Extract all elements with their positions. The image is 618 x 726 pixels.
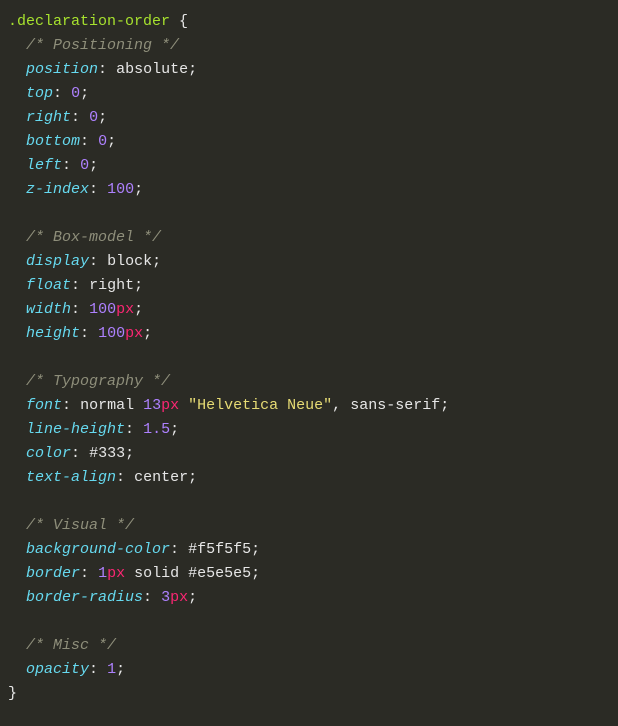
css-property: z-index bbox=[26, 181, 89, 198]
css-value: sans-serif bbox=[350, 397, 440, 414]
css-value: 100 bbox=[107, 181, 134, 198]
css-value: block bbox=[107, 253, 152, 270]
css-value: #333 bbox=[89, 445, 125, 462]
css-value: #f5f5f5 bbox=[188, 541, 251, 558]
css-value: px bbox=[107, 565, 125, 582]
semicolon: ; bbox=[134, 181, 143, 198]
colon: : bbox=[89, 661, 98, 678]
css-value: 3 bbox=[161, 589, 170, 606]
css-property: width bbox=[26, 301, 71, 318]
colon: : bbox=[71, 109, 80, 126]
semicolon: ; bbox=[188, 469, 197, 486]
colon: : bbox=[62, 397, 71, 414]
css-value: 1 bbox=[98, 565, 107, 582]
css-value: 100 bbox=[98, 325, 125, 342]
css-value: 1.5 bbox=[143, 421, 170, 438]
semicolon: ; bbox=[80, 85, 89, 102]
colon: : bbox=[98, 61, 107, 78]
semicolon: ; bbox=[143, 325, 152, 342]
css-comment: /* Visual */ bbox=[26, 517, 134, 534]
css-value: normal bbox=[80, 397, 134, 414]
css-value: , bbox=[332, 397, 341, 414]
semicolon: ; bbox=[440, 397, 449, 414]
semicolon: ; bbox=[107, 133, 116, 150]
css-value: "Helvetica Neue" bbox=[188, 397, 332, 414]
colon: : bbox=[71, 301, 80, 318]
css-property: left bbox=[26, 157, 62, 174]
open-brace: { bbox=[179, 13, 188, 30]
css-value: absolute bbox=[116, 61, 188, 78]
css-comment: /* Typography */ bbox=[26, 373, 170, 390]
css-value: 0 bbox=[98, 133, 107, 150]
css-comment: /* Positioning */ bbox=[26, 37, 179, 54]
colon: : bbox=[53, 85, 62, 102]
colon: : bbox=[80, 565, 89, 582]
colon: : bbox=[71, 277, 80, 294]
css-value: px bbox=[116, 301, 134, 318]
css-property: float bbox=[26, 277, 71, 294]
css-property: border-radius bbox=[26, 589, 143, 606]
css-property: top bbox=[26, 85, 53, 102]
css-property: background-color bbox=[26, 541, 170, 558]
css-value: #e5e5e5 bbox=[188, 565, 251, 582]
css-value: px bbox=[125, 325, 143, 342]
code-block: .declaration-order { /* Positioning */ p… bbox=[0, 0, 618, 716]
css-value: 100 bbox=[89, 301, 116, 318]
css-property: display bbox=[26, 253, 89, 270]
css-value: 0 bbox=[89, 109, 98, 126]
colon: : bbox=[89, 181, 98, 198]
css-value: right bbox=[89, 277, 134, 294]
css-value: 1 bbox=[107, 661, 116, 678]
semicolon: ; bbox=[152, 253, 161, 270]
colon: : bbox=[170, 541, 179, 558]
semicolon: ; bbox=[188, 61, 197, 78]
colon: : bbox=[80, 133, 89, 150]
semicolon: ; bbox=[116, 661, 125, 678]
css-value: px bbox=[170, 589, 188, 606]
css-value: solid bbox=[134, 565, 179, 582]
css-value: 13 bbox=[143, 397, 161, 414]
colon: : bbox=[116, 469, 125, 486]
css-comment: /* Misc */ bbox=[26, 637, 116, 654]
css-property: bottom bbox=[26, 133, 80, 150]
colon: : bbox=[143, 589, 152, 606]
semicolon: ; bbox=[188, 589, 197, 606]
semicolon: ; bbox=[125, 445, 134, 462]
colon: : bbox=[125, 421, 134, 438]
semicolon: ; bbox=[89, 157, 98, 174]
css-property: position bbox=[26, 61, 98, 78]
semicolon: ; bbox=[170, 421, 179, 438]
close-brace: } bbox=[8, 685, 17, 702]
colon: : bbox=[80, 325, 89, 342]
semicolon: ; bbox=[134, 277, 143, 294]
semicolon: ; bbox=[98, 109, 107, 126]
css-value: center bbox=[134, 469, 188, 486]
css-property: color bbox=[26, 445, 71, 462]
css-value: 0 bbox=[80, 157, 89, 174]
css-selector: .declaration-order bbox=[8, 13, 170, 30]
css-property: border bbox=[26, 565, 80, 582]
css-comment: /* Box-model */ bbox=[26, 229, 161, 246]
semicolon: ; bbox=[251, 565, 260, 582]
css-property: text-align bbox=[26, 469, 116, 486]
css-property: line-height bbox=[26, 421, 125, 438]
css-property: right bbox=[26, 109, 71, 126]
css-value: px bbox=[161, 397, 179, 414]
semicolon: ; bbox=[134, 301, 143, 318]
css-property: font bbox=[26, 397, 62, 414]
colon: : bbox=[71, 445, 80, 462]
css-value: 0 bbox=[71, 85, 80, 102]
css-property: height bbox=[26, 325, 80, 342]
css-property: opacity bbox=[26, 661, 89, 678]
colon: : bbox=[62, 157, 71, 174]
colon: : bbox=[89, 253, 98, 270]
semicolon: ; bbox=[251, 541, 260, 558]
